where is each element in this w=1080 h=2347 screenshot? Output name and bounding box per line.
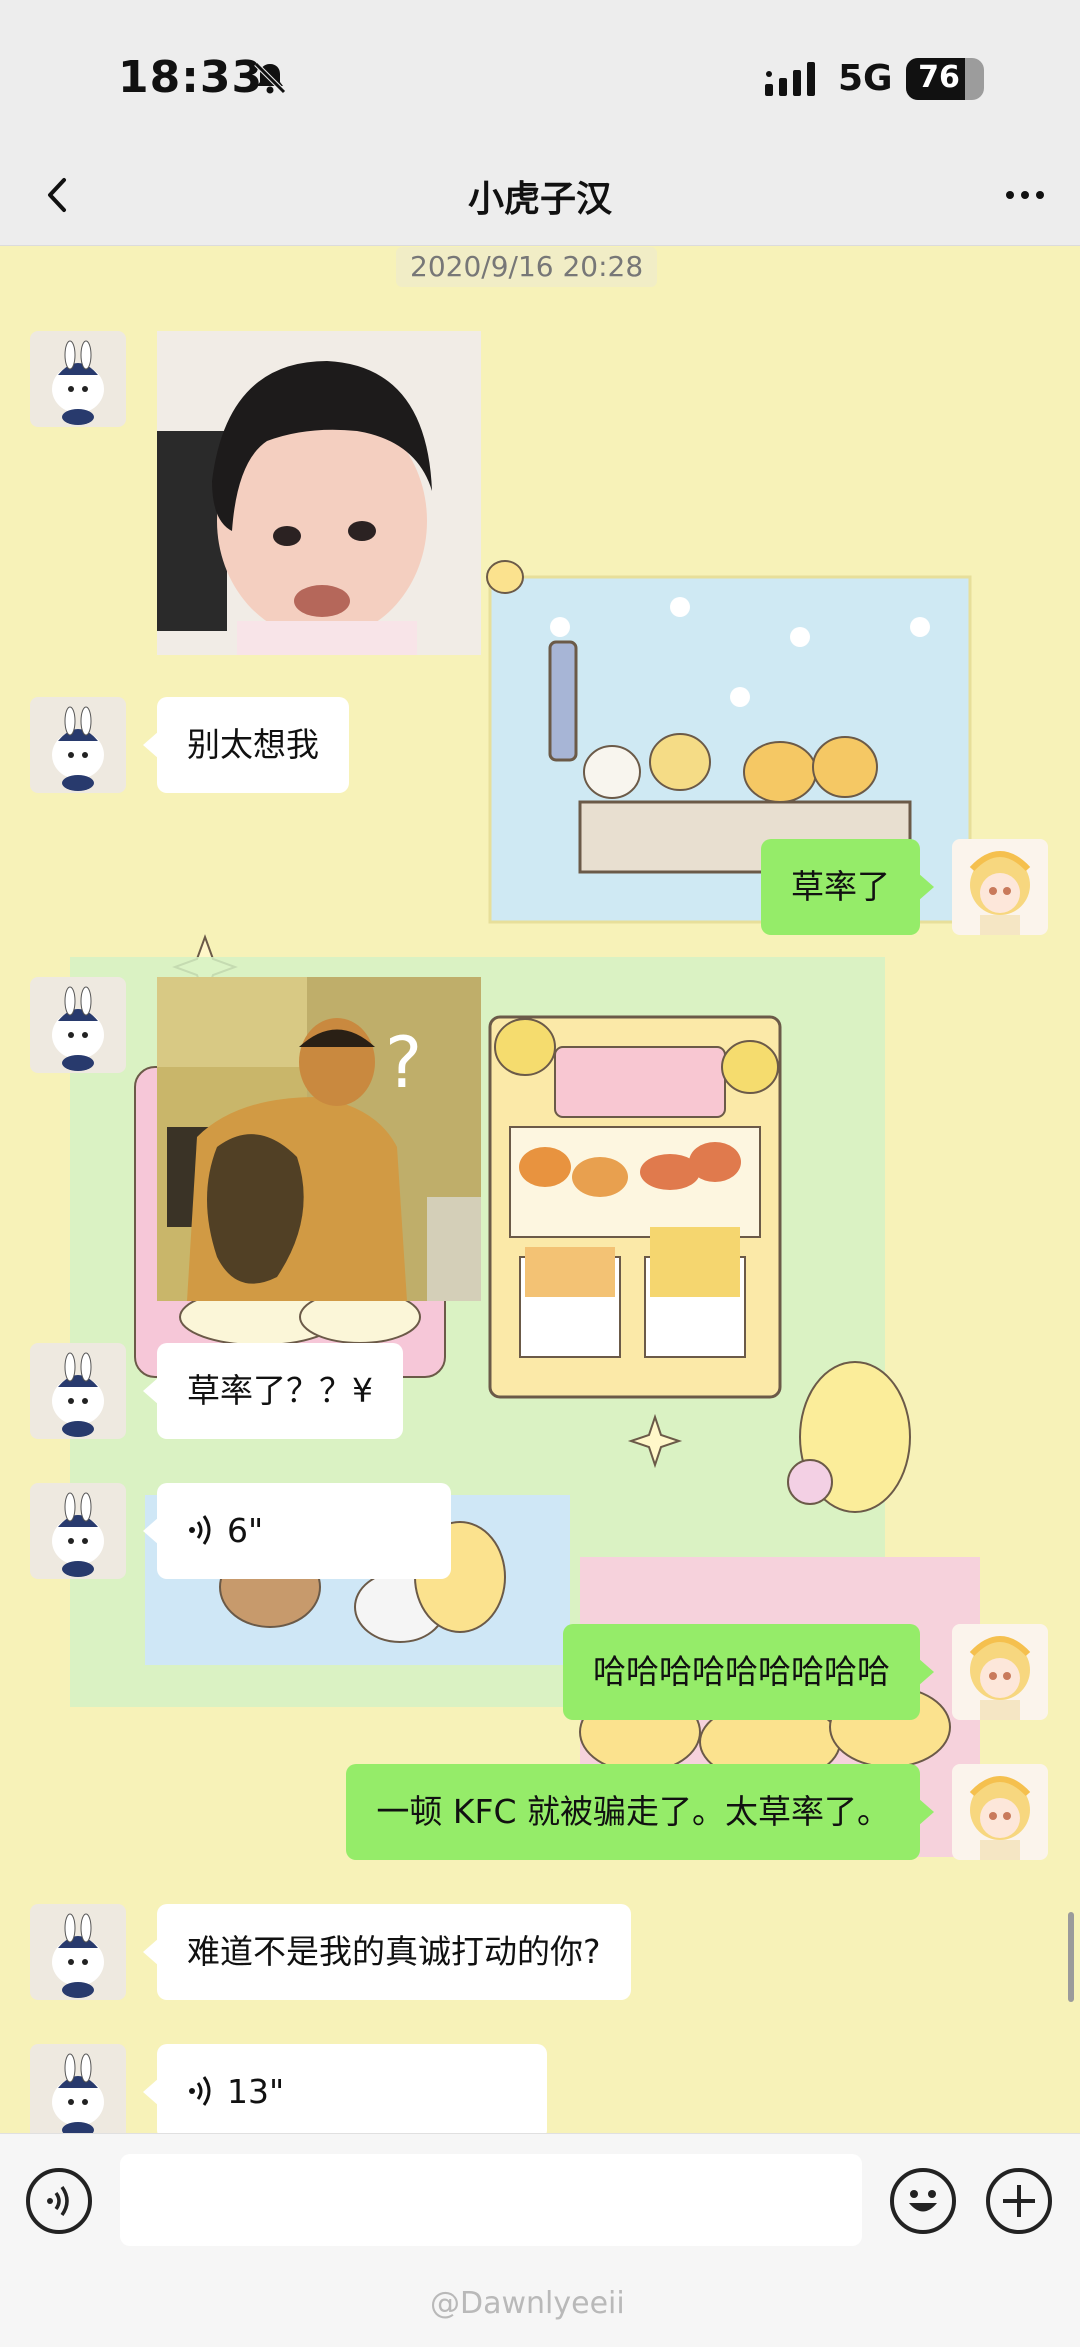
battery-indicator: 76 (906, 58, 984, 100)
scrollbar[interactable] (1068, 1912, 1074, 2002)
avatar[interactable] (30, 1343, 126, 1439)
message-bubble[interactable]: 一顿 KFC 就被骗走了。太草率了。 (346, 1764, 934, 1860)
bell-off-icon (254, 62, 286, 94)
watermark: @Dawnlyeeii (430, 2286, 625, 2321)
emoji-icon[interactable] (890, 2168, 956, 2234)
chat-area[interactable]: 2020/9/16 20:28 别太想我 草率了 ? 草率了？？¥ 6" 哈哈哈… (0, 247, 1080, 2133)
voice-wave-icon (189, 2075, 211, 2106)
voice-message-bubble[interactable]: 6" (143, 1483, 451, 1579)
avatar[interactable] (30, 331, 126, 427)
voice-duration: 6" (227, 1511, 264, 1550)
voice-duration: 13" (227, 2072, 285, 2111)
chat-title[interactable]: 小虎子汉 (0, 170, 1080, 222)
avatar[interactable] (30, 2044, 126, 2133)
chat-header: 小虎子汉 (0, 150, 1080, 246)
message-bubble[interactable]: 难道不是我的真诚打动的你? (143, 1904, 631, 2000)
avatar[interactable] (30, 1483, 126, 1579)
avatar[interactable] (952, 839, 1048, 935)
avatar[interactable] (952, 1624, 1048, 1720)
chat-timestamp: 2020/9/16 20:28 (396, 247, 658, 287)
input-bar: @Dawnlyeeii (0, 2133, 1080, 2347)
avatar[interactable] (30, 697, 126, 793)
plus-icon[interactable] (986, 2168, 1052, 2234)
more-dots-icon[interactable] (1000, 180, 1050, 210)
voice-wave-icon (189, 1514, 211, 1545)
avatar[interactable] (952, 1764, 1048, 1860)
message-bubble[interactable]: 别太想我 (143, 697, 349, 793)
voice-message-bubble[interactable]: 13" (143, 2044, 547, 2133)
battery-level: 76 (918, 60, 960, 95)
tattoo-sticker-image[interactable]: ? (157, 977, 481, 1301)
question-mark-glyph: ? (385, 1022, 422, 1104)
avatar[interactable] (30, 977, 126, 1073)
status-time: 18:33 (118, 52, 264, 103)
network-type: 5G (838, 58, 893, 99)
voice-mode-icon[interactable] (26, 2168, 92, 2234)
status-bar: 18:33 5G 76 (0, 0, 1080, 150)
signal-icon (765, 62, 815, 96)
message-bubble[interactable]: 草率了 (761, 839, 934, 935)
message-input[interactable] (120, 2154, 862, 2246)
baby-sticker-image[interactable] (157, 331, 481, 655)
message-bubble[interactable]: 哈哈哈哈哈哈哈哈哈 (563, 1624, 934, 1720)
avatar[interactable] (30, 1904, 126, 2000)
message-bubble[interactable]: 草率了？？¥ (143, 1343, 403, 1439)
